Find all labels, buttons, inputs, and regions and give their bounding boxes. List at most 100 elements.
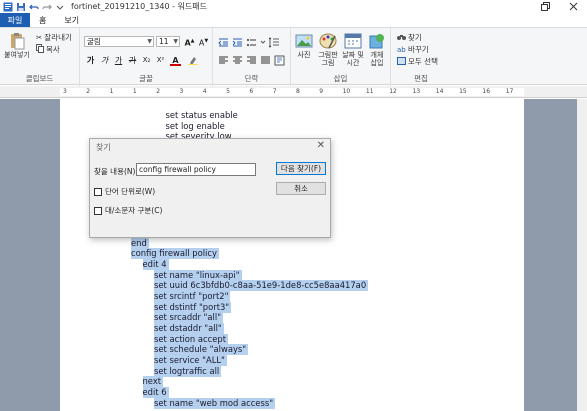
vertical-scrollbar[interactable] <box>577 99 587 411</box>
find-button[interactable]: 찾기 <box>397 32 422 43</box>
tab-view[interactable]: 보기 <box>55 13 88 27</box>
tab-home[interactable]: 홈 <box>30 13 55 27</box>
tab-file[interactable]: 파일 <box>0 13 30 27</box>
cut-button[interactable]: ✂ 잘라내기 <box>36 32 72 43</box>
ruler-tick-label: 2 <box>156 88 161 95</box>
ruler-tick-label: 17 <box>505 88 514 95</box>
select-all-button[interactable]: 모두 선택 <box>397 56 438 67</box>
restore-icon[interactable] <box>531 0 559 13</box>
paragraph-dialog-icon[interactable] <box>274 55 285 66</box>
picture-button[interactable]: 사진 <box>294 32 314 59</box>
save-icon[interactable] <box>15 1 26 12</box>
find-what-input[interactable]: config firewall policy <box>136 163 256 176</box>
copy-button[interactable]: 복사 <box>36 44 60 55</box>
paste-icon <box>11 33 25 50</box>
object-label-1: 개체 <box>370 51 384 59</box>
align-right-icon[interactable] <box>246 55 257 66</box>
dialog-title: 찾기 <box>96 143 111 152</box>
object-label-2: 삽입 <box>370 59 384 67</box>
paste-label: 붙여넣기 <box>4 51 30 59</box>
clipboard-group: 붙여넣기 ✂ 잘라내기 복사 클립보드 <box>0 28 80 86</box>
editing-group-label: 편집 <box>414 74 428 83</box>
datetime-label-2: 시간 <box>346 59 360 67</box>
ruler-tick-label: 7 <box>272 88 277 95</box>
find-next-button[interactable]: 다음 찾기(F) <box>276 162 326 175</box>
decrease-indent-icon[interactable] <box>218 37 229 48</box>
shrink-font-icon[interactable]: A▼ <box>198 36 209 48</box>
ruler-tick-label: 12 <box>389 88 397 95</box>
undo-icon[interactable] <box>28 1 39 12</box>
increase-indent-icon[interactable] <box>232 37 243 48</box>
ruler[interactable]: 3 2 1 1 2 3 4 5 6 7 8 9 10 11 12 13 14 15 16 17 <box>0 86 587 98</box>
cancel-button[interactable]: 취소 <box>276 182 326 195</box>
strikethrough-icon[interactable]: 가 <box>127 55 138 66</box>
copy-icon <box>36 44 44 55</box>
ruler-tick-label: 13 <box>412 88 421 95</box>
cut-label: 잘라내기 <box>44 33 72 42</box>
ribbon: 붙여넣기 ✂ 잘라내기 복사 클립보드 굴림 ▼ 11 ▼ A▲ A▼ 가 가 … <box>0 27 587 86</box>
document-line: edit 6 <box>142 386 169 398</box>
match-case-checkbox[interactable]: 대/소문자 구분(C) <box>94 205 162 216</box>
font-size-select[interactable]: 11 ▼ <box>156 36 180 47</box>
document-line: set service "ALL" <box>154 354 227 366</box>
datetime-label-1: 날짜 및 <box>342 51 364 59</box>
replace-icon: ab <box>397 45 406 55</box>
ruler-tick-label: 1 <box>109 88 114 95</box>
ruler-tick-label: 3 <box>63 88 67 95</box>
bold-icon[interactable]: 가 <box>85 55 96 66</box>
select-all-icon <box>397 56 406 67</box>
paint-drawing-button[interactable]: 그림판 그림 <box>316 32 340 67</box>
grow-font-icon[interactable]: A▲ <box>184 36 195 48</box>
underline-icon[interactable]: 가 <box>113 55 124 66</box>
chevron-down-icon[interactable] <box>260 37 266 48</box>
match-case-label: 대/소문자 구분(C) <box>105 206 163 215</box>
picture-label: 사진 <box>297 51 311 59</box>
document-line: set uuid 6c3bfdb0-c8aa-51e9-1de8-cc5e8aa… <box>154 280 369 292</box>
window-title: fortinet_20191210_1340 - 워드패드 <box>71 2 207 11</box>
object-icon <box>369 34 384 49</box>
wordpad-app-icon[interactable] <box>2 1 13 12</box>
ruler-tick-label: 5 <box>226 88 230 95</box>
paint-label-1: 그림판 <box>318 51 338 59</box>
find-dialog: 찾기 ✕ 찾을 내용(N): config firewall policy 다음… <box>89 138 331 238</box>
document-line: next <box>142 376 164 388</box>
font-family-select[interactable]: 굴림 ▼ <box>84 36 154 47</box>
chevron-down-icon: ▼ <box>147 38 152 45</box>
whole-word-label: 단어 단위로(W) <box>105 187 156 196</box>
ruler-tick-label: 4 <box>202 88 207 95</box>
ruler-tick-label: 6 <box>249 88 254 95</box>
calendar-icon <box>344 33 362 49</box>
document-line: config firewall policy <box>131 248 219 260</box>
whole-word-checkbox[interactable]: 단어 단위로(W) <box>94 186 155 197</box>
select-all-label: 모두 선택 <box>408 57 438 66</box>
datetime-button[interactable]: 날짜 및 시간 <box>341 32 365 67</box>
font-color-icon[interactable]: A <box>170 55 181 66</box>
insert-group-label: 삽입 <box>333 74 348 83</box>
replace-button[interactable]: ab 바꾸기 <box>397 44 429 55</box>
italic-icon[interactable]: 가 <box>99 55 110 66</box>
redo-icon[interactable] <box>41 1 52 12</box>
paint-palette-icon <box>319 33 337 49</box>
highlight-icon[interactable] <box>187 55 198 66</box>
ruler-tick-label: 9 <box>319 88 324 95</box>
ruler-tick-label: 2 <box>86 88 91 95</box>
align-center-icon[interactable] <box>232 55 243 66</box>
customize-qat-icon[interactable] <box>54 1 65 12</box>
paste-button[interactable]: 붙여넣기 <box>3 32 31 59</box>
line-spacing-icon[interactable] <box>269 37 280 48</box>
editing-group: 찾기 ab 바꾸기 모두 선택 편집 <box>391 28 451 86</box>
close-icon[interactable] <box>559 0 587 13</box>
ruler-tick-label: 10 <box>342 88 351 95</box>
align-left-icon[interactable] <box>218 55 229 66</box>
document-line: set srcaddr "all" <box>154 312 224 324</box>
subscript-icon[interactable]: X₂ <box>141 55 152 66</box>
bullet-list-icon[interactable] <box>246 37 257 48</box>
justify-icon[interactable] <box>260 55 271 66</box>
close-icon[interactable]: ✕ <box>317 140 325 151</box>
document-line: set status enable <box>165 110 238 120</box>
superscript-icon[interactable]: X² <box>155 55 166 66</box>
insert-object-button[interactable]: 개체 삽입 <box>366 32 388 67</box>
insert-group: 사진 그림판 그림 날짜 및 시간 개체 삽입 삽입 <box>291 28 391 86</box>
ruler-tick-label: 16 <box>482 88 491 95</box>
document-line: edit 4 <box>142 259 169 271</box>
